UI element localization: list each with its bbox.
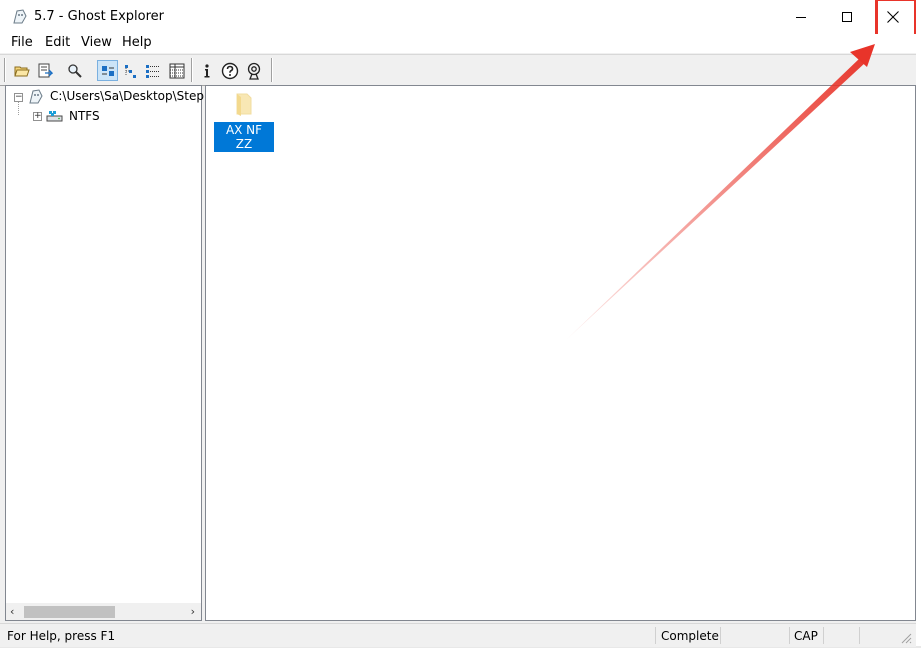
folder-item-label[interactable]: AX NF ZZ	[214, 122, 274, 152]
toolbar-separator	[191, 58, 193, 82]
info-icon	[204, 63, 209, 77]
menu-edit[interactable]: Edit	[45, 35, 70, 50]
list-view-button[interactable]	[142, 60, 163, 81]
status-divider	[655, 627, 656, 644]
menu-bar: File Edit View Help	[0, 34, 916, 53]
scrollbar-thumb[interactable]	[24, 606, 115, 618]
find-icon	[67, 63, 82, 78]
status-divider	[823, 627, 824, 644]
details-view-icon	[169, 63, 184, 78]
tree-root-label[interactable]: C:\Users\Sa\Desktop\Step	[50, 89, 204, 103]
find-button[interactable]	[64, 60, 85, 81]
about-button[interactable]	[243, 60, 264, 81]
maximize-icon	[841, 11, 852, 22]
toolbar-grip	[4, 58, 6, 82]
window-title: 5.7 - Ghost Explorer	[34, 9, 165, 24]
open-icon	[13, 66, 30, 76]
expand-ntfs-toggle[interactable]: +	[33, 112, 42, 121]
status-divider	[789, 627, 790, 644]
status-caps-indicator: CAP	[794, 629, 818, 643]
status-divider	[720, 627, 721, 644]
ghost-app-icon	[11, 8, 29, 26]
toolbar	[0, 54, 916, 86]
folder-item[interactable]: AX NF ZZ	[214, 92, 274, 152]
help-icon	[221, 62, 238, 79]
large-icons-view-button[interactable]	[97, 60, 118, 81]
extract-icon	[38, 63, 53, 77]
details-view-button[interactable]	[166, 60, 187, 81]
menu-file[interactable]: File	[11, 35, 33, 50]
menu-view[interactable]: View	[81, 35, 112, 50]
list-view-icon	[145, 64, 160, 78]
extract-button[interactable]	[34, 60, 55, 81]
ghost-explorer-window: 5.7 - Ghost Explorer File Edit View Help	[0, 0, 917, 647]
maximize-button[interactable]	[824, 0, 870, 34]
minimize-button[interactable]	[778, 0, 824, 34]
help-button[interactable]	[219, 60, 240, 81]
tree-pane[interactable]: − C:\Users\Sa\Desktop\Step + NTFS ‹ ›	[5, 85, 204, 621]
minimize-icon	[795, 16, 806, 18]
status-bar: For Help, press F1 Complete CAP	[0, 623, 916, 647]
info-button[interactable]	[196, 60, 217, 81]
small-icons-view-button[interactable]	[120, 60, 141, 81]
title-bar: 5.7 - Ghost Explorer	[0, 0, 917, 37]
open-button[interactable]	[11, 60, 32, 81]
scroll-right-arrow-icon[interactable]: ›	[191, 605, 195, 618]
status-state: Complete	[661, 629, 719, 643]
menu-help[interactable]: Help	[122, 35, 152, 50]
small-icons-view-icon	[124, 64, 136, 78]
large-icons-view-icon	[101, 65, 114, 76]
tree-horizontal-scrollbar[interactable]: ‹ ›	[6, 603, 201, 620]
status-help-text: For Help, press F1	[7, 629, 116, 643]
scroll-left-arrow-icon[interactable]: ‹	[10, 605, 14, 618]
status-divider	[859, 627, 860, 644]
content-pane[interactable]: AX NF ZZ	[205, 85, 916, 621]
drive-icon	[46, 109, 64, 127]
background-window-edge	[916, 0, 921, 646]
toolbar-separator-end	[271, 58, 273, 82]
collapse-root-toggle[interactable]: −	[14, 93, 23, 102]
close-button-highlight	[875, 0, 917, 37]
folder-icon	[234, 92, 254, 116]
tree-item-ntfs[interactable]: NTFS	[69, 109, 100, 123]
about-icon	[247, 62, 260, 80]
